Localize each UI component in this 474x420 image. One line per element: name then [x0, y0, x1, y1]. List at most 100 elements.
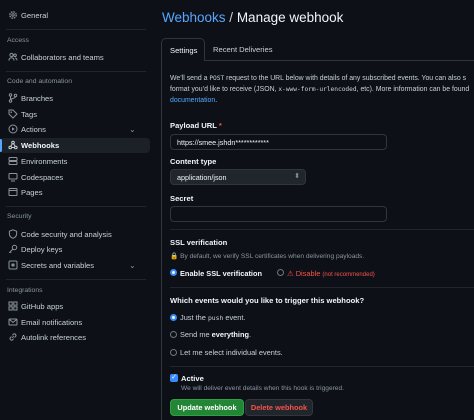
events-everything-radio[interactable]: [170, 331, 177, 338]
sidebar-item-general[interactable]: General: [0, 8, 150, 23]
branch-icon: [8, 93, 18, 103]
ssl-verification-label: SSL verification: [170, 238, 228, 247]
divider: [6, 71, 146, 72]
events-everything-label[interactable]: Send me everything.: [180, 330, 251, 339]
sidebar-item-pages[interactable]: Pages: [0, 185, 150, 200]
divider: [6, 279, 146, 280]
secret-input[interactable]: [170, 206, 387, 222]
documentation-link[interactable]: documentation: [170, 97, 215, 104]
server-icon: [8, 156, 18, 166]
sidebar-item-label: Code security and analysis: [21, 230, 112, 239]
sidebar-item-codespaces[interactable]: Codespaces: [0, 170, 150, 185]
sidebar-item-webhooks[interactable]: Webhooks: [0, 138, 150, 153]
sidebar-item-label: Secrets and variables: [21, 261, 95, 270]
active-checkbox[interactable]: ✓: [170, 374, 178, 382]
sidebar-item-autolink-references[interactable]: Autolink references: [0, 330, 150, 345]
breadcrumb-webhooks-link[interactable]: Webhooks: [162, 10, 226, 25]
sidebar-item-label: General: [21, 11, 49, 20]
option-text: Send me: [180, 330, 212, 339]
content-type-value: application/json: [177, 173, 227, 182]
payload-url-input[interactable]: https://smee.jshdn************: [170, 134, 387, 150]
active-note: We will deliver event details when this …: [181, 385, 344, 392]
asterisk-icon: [8, 260, 18, 270]
intro-line-3: documentation.: [170, 95, 474, 106]
ssl-enable-label[interactable]: Enable SSL verification: [180, 269, 262, 278]
sidebar-item-label: Environments: [21, 157, 68, 166]
sidebar-item-label: Webhooks: [21, 141, 60, 150]
apps-icon: [8, 301, 18, 311]
delete-webhook-button[interactable]: Delete webhook: [245, 399, 313, 416]
sidebar-item-actions[interactable]: Actions ⌄: [0, 122, 150, 137]
main-content: Webhooks / Manage webhook Settings Recen…: [150, 0, 474, 420]
required-asterisk: *: [218, 121, 222, 130]
tab-settings[interactable]: Settings: [161, 38, 205, 61]
payload-url-label-text: Payload URL: [170, 121, 217, 130]
select-caret-icon: ⬍: [294, 173, 300, 180]
shield-icon: [8, 229, 18, 239]
sidebar-item-label: Branches: [21, 94, 54, 103]
codespaces-icon: [8, 172, 18, 182]
intro-line-1: We’ll send a POST request to the URL bel…: [170, 73, 474, 84]
intro-text: We’ll send a POST request to the URL bel…: [170, 73, 474, 106]
intro-text-part: We’ll send a: [170, 75, 210, 82]
sidebar-item-secrets[interactable]: Secrets and variables ⌄: [0, 258, 150, 273]
update-webhook-button[interactable]: Update webhook: [170, 399, 244, 416]
sidebar-item-label: Deploy keys: [21, 245, 63, 254]
sidebar-item-code-security[interactable]: Code security and analysis: [0, 227, 150, 242]
ssl-disable-radio[interactable]: [277, 269, 284, 276]
key-icon: [8, 244, 18, 254]
mail-icon: [8, 317, 18, 327]
ssl-enable-radio[interactable]: [170, 269, 177, 276]
option-text: .: [249, 330, 252, 339]
events-question: Which events would you like to trigger t…: [170, 296, 365, 305]
option-bold: everything: [211, 330, 250, 339]
browser-icon: [8, 187, 18, 197]
events-push-label[interactable]: Just the push event.: [180, 313, 246, 322]
sidebar-item-label: Codespaces: [21, 173, 64, 182]
option-code: push: [207, 314, 224, 322]
divider: [6, 206, 146, 207]
sidebar-item-label: Tags: [21, 110, 38, 119]
content-type-select[interactable]: application/json ⬍: [170, 169, 306, 185]
webhook-icon: [8, 140, 18, 150]
breadcrumb-separator: /: [225, 10, 237, 25]
page-title: Webhooks / Manage webhook: [162, 10, 343, 25]
sidebar-item-github-apps[interactable]: GitHub apps: [0, 299, 150, 314]
section-divider: [170, 229, 474, 230]
option-text: event.: [223, 313, 246, 322]
gear-icon: [8, 10, 18, 20]
ssl-enable-text: Enable SSL verification: [180, 269, 263, 278]
breadcrumb-current: Manage webhook: [236, 10, 344, 25]
intro-text-part: format you’d like to receive (JSON,: [170, 86, 279, 93]
ssl-disable-label[interactable]: ⚠ Disable (not recommended): [287, 269, 375, 278]
active-label: Active: [181, 374, 204, 383]
settings-sidebar: General Access Collaborators and teams C…: [0, 0, 150, 420]
ssl-note: 🔒 By default, we verify SSL certificates…: [170, 252, 364, 260]
sidebar-item-label: Autolink references: [21, 333, 87, 342]
events-push-radio[interactable]: [170, 314, 177, 321]
sidebar-item-branches[interactable]: Branches: [0, 91, 150, 106]
section-heading-integrations: Integrations: [7, 287, 43, 294]
tab-bar: Settings Recent Deliveries: [161, 38, 474, 61]
content-type-label: Content type: [170, 157, 217, 166]
sidebar-item-environments[interactable]: Environments: [0, 154, 150, 169]
sidebar-item-label: Collaborators and teams: [21, 53, 104, 62]
tab-recent-deliveries[interactable]: Recent Deliveries: [213, 45, 273, 54]
sidebar-item-collaborators[interactable]: Collaborators and teams: [0, 50, 150, 65]
sidebar-item-label: GitHub apps: [21, 302, 64, 311]
option-text: Just the: [180, 313, 208, 322]
sidebar-item-label: Actions: [21, 125, 46, 134]
payload-url-label: Payload URL *: [170, 121, 222, 130]
events-individual-radio[interactable]: [170, 349, 177, 356]
play-icon: [8, 124, 18, 134]
intro-text-part: request to the URL below with details of…: [224, 75, 467, 82]
sidebar-item-email-notifications[interactable]: Email notifications: [0, 315, 150, 330]
sidebar-item-deploy-keys[interactable]: Deploy keys: [0, 242, 150, 257]
section-divider: [170, 287, 474, 288]
section-divider: [170, 366, 474, 367]
events-individual-label[interactable]: Let me select individual events.: [180, 348, 283, 357]
intro-text-part: .: [215, 97, 218, 104]
section-heading-security: Security: [7, 213, 32, 220]
sidebar-item-tags[interactable]: Tags: [0, 107, 150, 122]
secret-label: Secret: [170, 194, 194, 203]
